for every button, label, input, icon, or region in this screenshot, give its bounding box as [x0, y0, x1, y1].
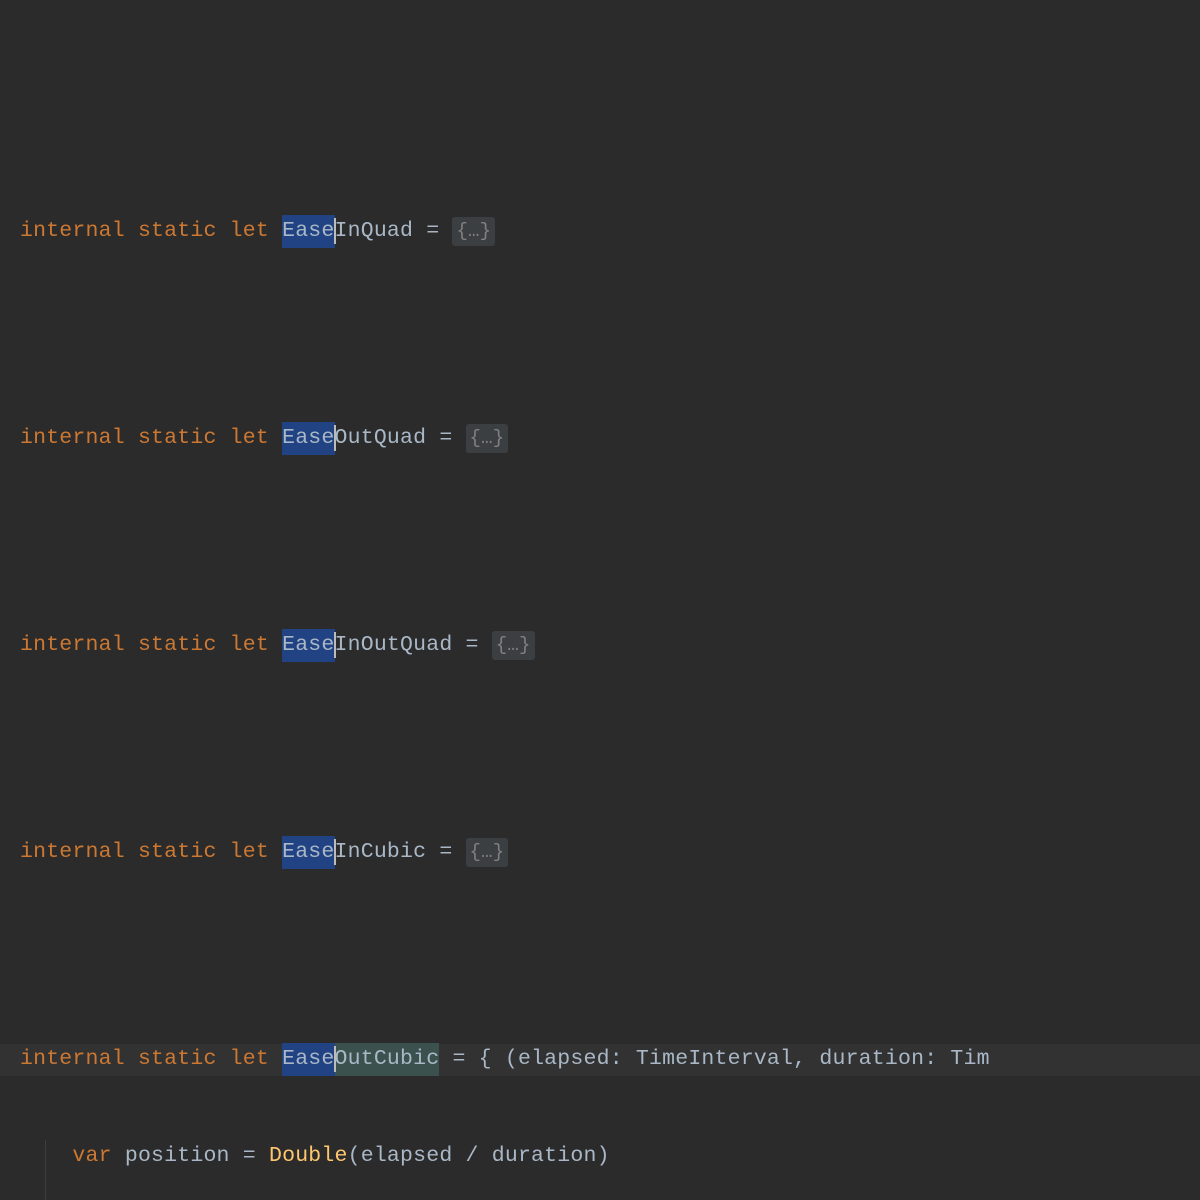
variable-name: position	[125, 1140, 230, 1172]
paren-open: (	[348, 1140, 361, 1172]
operator-equals: =	[439, 1043, 478, 1075]
paren-close: )	[597, 1140, 610, 1172]
colon: :	[924, 1043, 950, 1075]
operator-equals: =	[426, 422, 465, 454]
operator-equals: =	[426, 836, 465, 868]
function-call: Double	[269, 1140, 348, 1172]
search-highlight: Ease	[282, 629, 334, 661]
text-cursor	[334, 632, 336, 658]
indent-guide	[45, 1140, 46, 1200]
code-line[interactable]: internal static let EaseInCubic = {…}	[20, 837, 1200, 869]
keyword-static: static	[138, 836, 217, 868]
keyword-let: let	[230, 1043, 269, 1075]
code-editor[interactable]: internal static let EaseInQuad = {…} int…	[0, 129, 1200, 1200]
identifier-highlight: OutCubic	[335, 1043, 440, 1075]
param-name: elapsed	[518, 1043, 610, 1075]
operator-divide: /	[452, 1140, 491, 1172]
comma: ,	[793, 1043, 819, 1075]
identifier: InQuad	[335, 215, 414, 247]
text-cursor	[334, 839, 336, 865]
code-fold-marker[interactable]: {…}	[492, 631, 535, 660]
keyword-var: var	[72, 1140, 111, 1172]
keyword-internal: internal	[20, 836, 125, 868]
identifier: OutQuad	[335, 422, 427, 454]
keyword-static: static	[138, 1043, 217, 1075]
variable-ref: duration	[492, 1140, 597, 1172]
keyword-internal: internal	[20, 629, 125, 661]
identifier: InOutQuad	[335, 629, 453, 661]
keyword-static: static	[138, 422, 217, 454]
keyword-internal: internal	[20, 1043, 125, 1075]
operator-equals: =	[413, 215, 452, 247]
operator-equals: =	[452, 629, 491, 661]
code-fold-marker[interactable]: {…}	[466, 424, 509, 453]
code-line[interactable]: internal static let EaseInQuad = {…}	[20, 216, 1200, 248]
code-fold-marker[interactable]: {…}	[452, 217, 495, 246]
code-line[interactable]: internal static let EaseInOutQuad = {…}	[20, 630, 1200, 662]
closure-open: { (	[479, 1043, 518, 1075]
type-name: TimeInterval	[636, 1043, 793, 1075]
text-cursor	[334, 1046, 336, 1072]
search-highlight: Ease	[282, 215, 334, 247]
variable-ref: elapsed	[361, 1140, 453, 1172]
keyword-let: let	[230, 629, 269, 661]
code-fold-marker[interactable]: {…}	[466, 838, 509, 867]
keyword-static: static	[138, 629, 217, 661]
text-cursor	[334, 218, 336, 244]
type-name-truncated: Tim	[950, 1043, 989, 1075]
code-line[interactable]: internal static let EaseOutQuad = {…}	[20, 423, 1200, 455]
keyword-internal: internal	[20, 422, 125, 454]
search-highlight: Ease	[282, 836, 334, 868]
colon: :	[610, 1043, 636, 1075]
param-name: duration	[819, 1043, 924, 1075]
identifier: InCubic	[335, 836, 427, 868]
code-line[interactable]: var position = Double(elapsed / duration…	[20, 1140, 1200, 1172]
keyword-static: static	[138, 215, 217, 247]
text-cursor	[334, 425, 336, 451]
keyword-let: let	[230, 422, 269, 454]
operator-assign: =	[230, 1140, 269, 1172]
keyword-let: let	[230, 836, 269, 868]
keyword-internal: internal	[20, 215, 125, 247]
keyword-let: let	[230, 215, 269, 247]
search-highlight: Ease	[282, 422, 334, 454]
search-highlight: Ease	[282, 1043, 334, 1075]
code-line-active[interactable]: internal static let EaseOutCubic = { (el…	[0, 1044, 1200, 1076]
